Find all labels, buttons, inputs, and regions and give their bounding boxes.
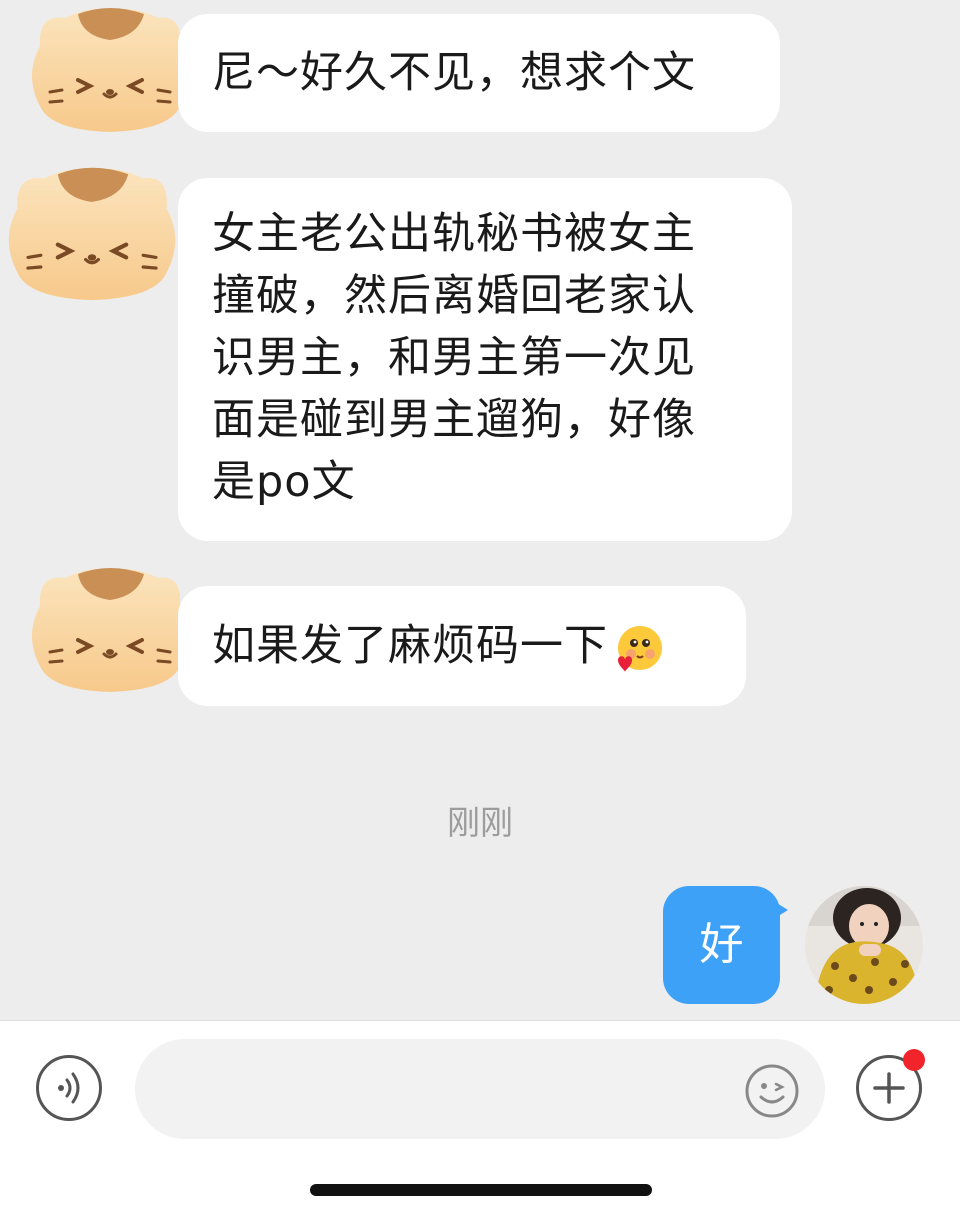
voice-button[interactable] (36, 1055, 102, 1121)
sender-avatar[interactable] (20, 566, 200, 696)
message-bubble[interactable]: 如果发了麻烦码一下 (178, 586, 746, 706)
notification-badge (903, 1049, 925, 1071)
sender-avatar[interactable] (20, 6, 200, 136)
message-text: 尼～好久不见，想求个文 (212, 48, 696, 98)
my-avatar[interactable] (805, 886, 923, 1004)
cat-avatar-icon (30, 566, 190, 694)
message-text: 如果发了麻烦码一下 (212, 621, 608, 671)
smiley-icon (745, 1064, 799, 1118)
input-bar (0, 1020, 960, 1211)
message-line: 撞破，然后离婚回老家认 (212, 271, 696, 321)
reply-text: 好 (699, 919, 744, 970)
blushing-heart-emoji-icon (612, 622, 666, 676)
reply-bubble[interactable]: 好 (663, 886, 780, 1004)
chat-area[interactable]: 尼～好久不见，想求个文 女主老公出轨秘书被女主 撞破，然后离婚回老家认 识男主，… (0, 0, 960, 1020)
voice-icon (58, 1072, 80, 1104)
cat-avatar-icon (0, 160, 188, 310)
message-line: 女主老公出轨秘书被女主 (212, 209, 696, 259)
message-line: 识男主，和男主第一次见 (212, 333, 696, 383)
sender-avatar[interactable] (0, 160, 188, 310)
cat-avatar-icon (30, 6, 190, 134)
emoji-button[interactable] (744, 1063, 800, 1119)
timestamp: 刚刚 (447, 803, 513, 842)
message-line: 面是碰到男主遛狗，好像 (212, 395, 696, 445)
home-indicator[interactable] (310, 1184, 652, 1196)
message-input[interactable] (135, 1039, 825, 1139)
message-bubble[interactable]: 尼～好久不见，想求个文 (178, 14, 780, 132)
user-photo-icon (805, 886, 923, 1004)
message-line: 是po文 (212, 457, 356, 507)
message-bubble[interactable]: 女主老公出轨秘书被女主 撞破，然后离婚回老家认 识男主，和男主第一次见 面是碰到… (178, 178, 792, 541)
bubble-tail (772, 900, 788, 920)
